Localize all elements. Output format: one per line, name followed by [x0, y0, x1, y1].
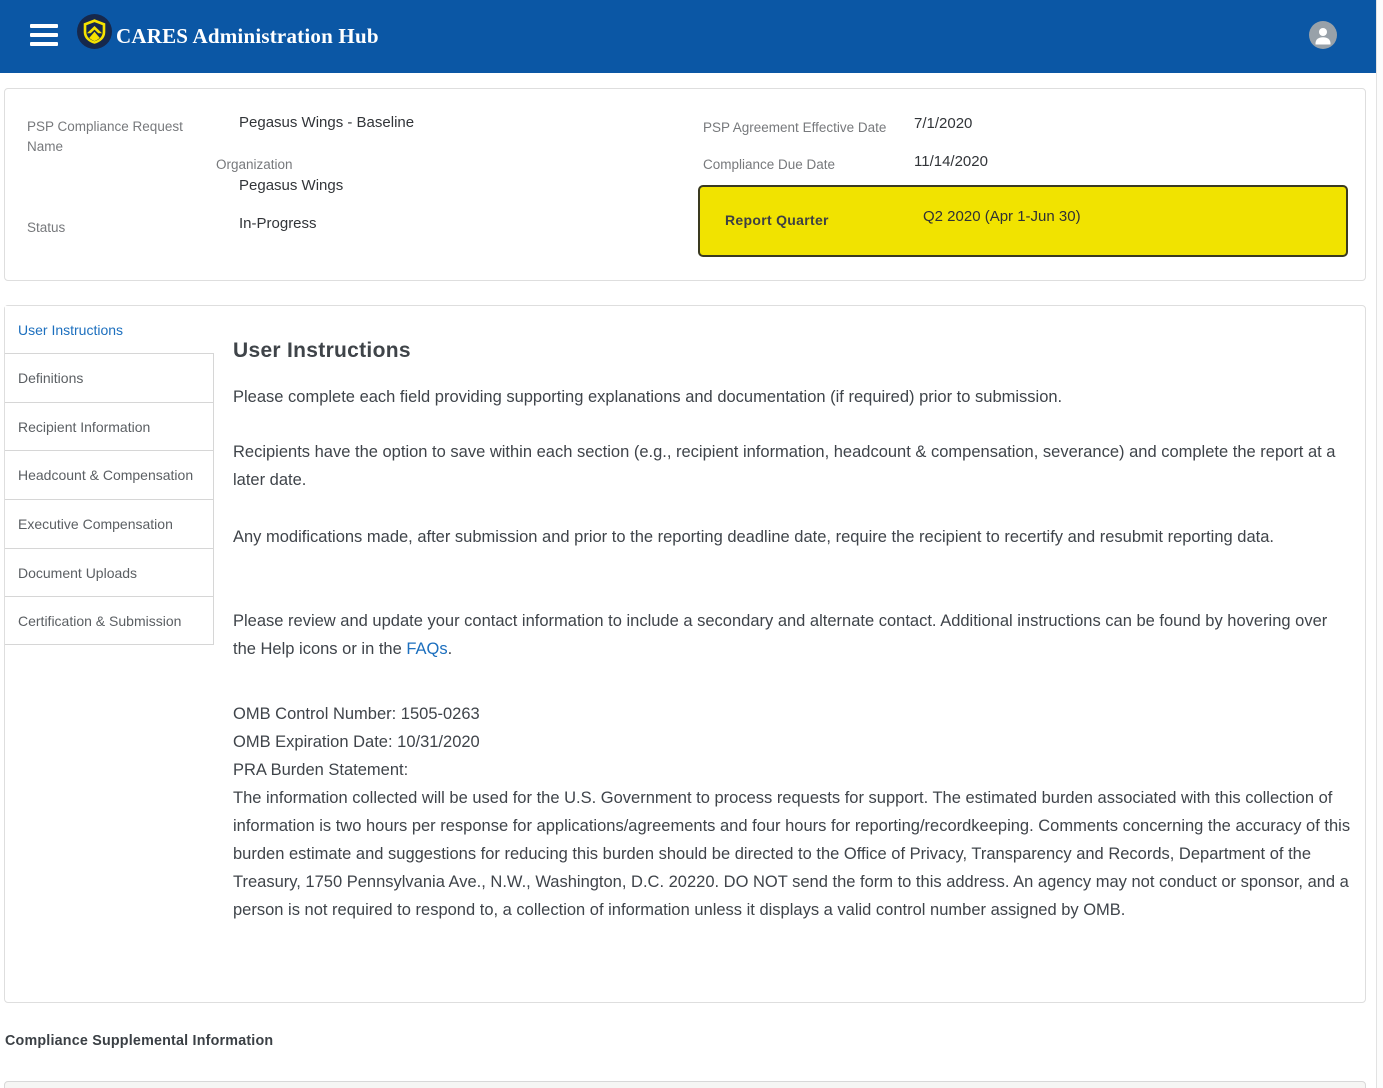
menu-icon[interactable] — [30, 24, 58, 46]
organization-label: Organization — [216, 155, 293, 175]
app-title: CARES Administration Hub — [116, 0, 379, 73]
effective-date-value: 7/1/2020 — [914, 114, 972, 134]
effective-date-label: PSP Agreement Effective Date — [703, 118, 886, 138]
instruction-paragraph-faq: Please review and update your contact in… — [233, 607, 1351, 663]
tab-document-uploads[interactable]: Document Uploads — [5, 548, 214, 597]
cares-logo-icon — [77, 14, 112, 49]
user-avatar-icon[interactable] — [1309, 21, 1337, 49]
faq-text-pre: Please review and update your contact in… — [233, 612, 1327, 658]
pra-burden-statement-text: The information collected will be used f… — [233, 784, 1351, 924]
due-date-label: Compliance Due Date — [703, 155, 835, 175]
pra-burden-statement-label: PRA Burden Statement: — [233, 756, 1351, 784]
menu-bar — [30, 42, 58, 46]
compliance-summary-panel: PSP Compliance Request Name Pegasus Wing… — [4, 88, 1366, 281]
menu-bar — [30, 33, 58, 37]
faqs-link[interactable]: FAQs — [406, 640, 447, 658]
tab-definitions[interactable]: Definitions — [5, 353, 214, 402]
app-header: CARES Administration Hub — [0, 0, 1376, 73]
faq-text-post: . — [448, 640, 453, 658]
omb-statement-block: OMB Control Number: 1505-0263 OMB Expira… — [233, 700, 1351, 924]
tab-user-instructions[interactable]: User Instructions — [5, 306, 214, 353]
status-value: In-Progress — [239, 214, 317, 234]
instruction-paragraph: Please complete each field providing sup… — [233, 383, 1351, 411]
section-tabs: User Instructions Definitions Recipient … — [5, 306, 214, 645]
page: CARES Administration Hub PSP Compliance … — [0, 0, 1383, 1088]
report-quarter-highlight: Report Quarter Q2 2020 (Apr 1-Jun 30) — [698, 185, 1348, 257]
status-label: Status — [27, 218, 65, 238]
tab-headcount-compensation[interactable]: Headcount & Compensation — [5, 450, 214, 499]
report-quarter-value: Q2 2020 (Apr 1-Jun 30) — [923, 208, 1081, 225]
instruction-paragraph: Recipients have the option to save withi… — [233, 438, 1351, 494]
instruction-paragraph: Any modifications made, after submission… — [233, 523, 1351, 551]
omb-expiration-date: OMB Expiration Date: 10/31/2020 — [233, 728, 1351, 756]
scrollbar-track[interactable] — [1376, 0, 1383, 1088]
tab-recipient-information[interactable]: Recipient Information — [5, 402, 214, 451]
omb-control-number: OMB Control Number: 1505-0263 — [233, 700, 1351, 728]
request-name-value: Pegasus Wings - Baseline — [239, 113, 414, 133]
due-date-value: 11/14/2020 — [914, 152, 988, 172]
content-heading: User Instructions — [233, 339, 411, 363]
supplemental-section-label: Compliance Supplemental Information — [5, 1033, 273, 1049]
tab-certification-submission[interactable]: Certification & Submission — [5, 596, 214, 645]
supplemental-panel-header[interactable] — [4, 1081, 1366, 1088]
menu-bar — [30, 24, 58, 28]
report-sections-panel: User Instructions Definitions Recipient … — [4, 305, 1366, 1003]
organization-value: Pegasus Wings — [239, 176, 343, 196]
request-name-label: PSP Compliance Request Name — [27, 117, 197, 157]
tab-executive-compensation[interactable]: Executive Compensation — [5, 499, 214, 548]
report-quarter-label: Report Quarter — [725, 212, 829, 228]
